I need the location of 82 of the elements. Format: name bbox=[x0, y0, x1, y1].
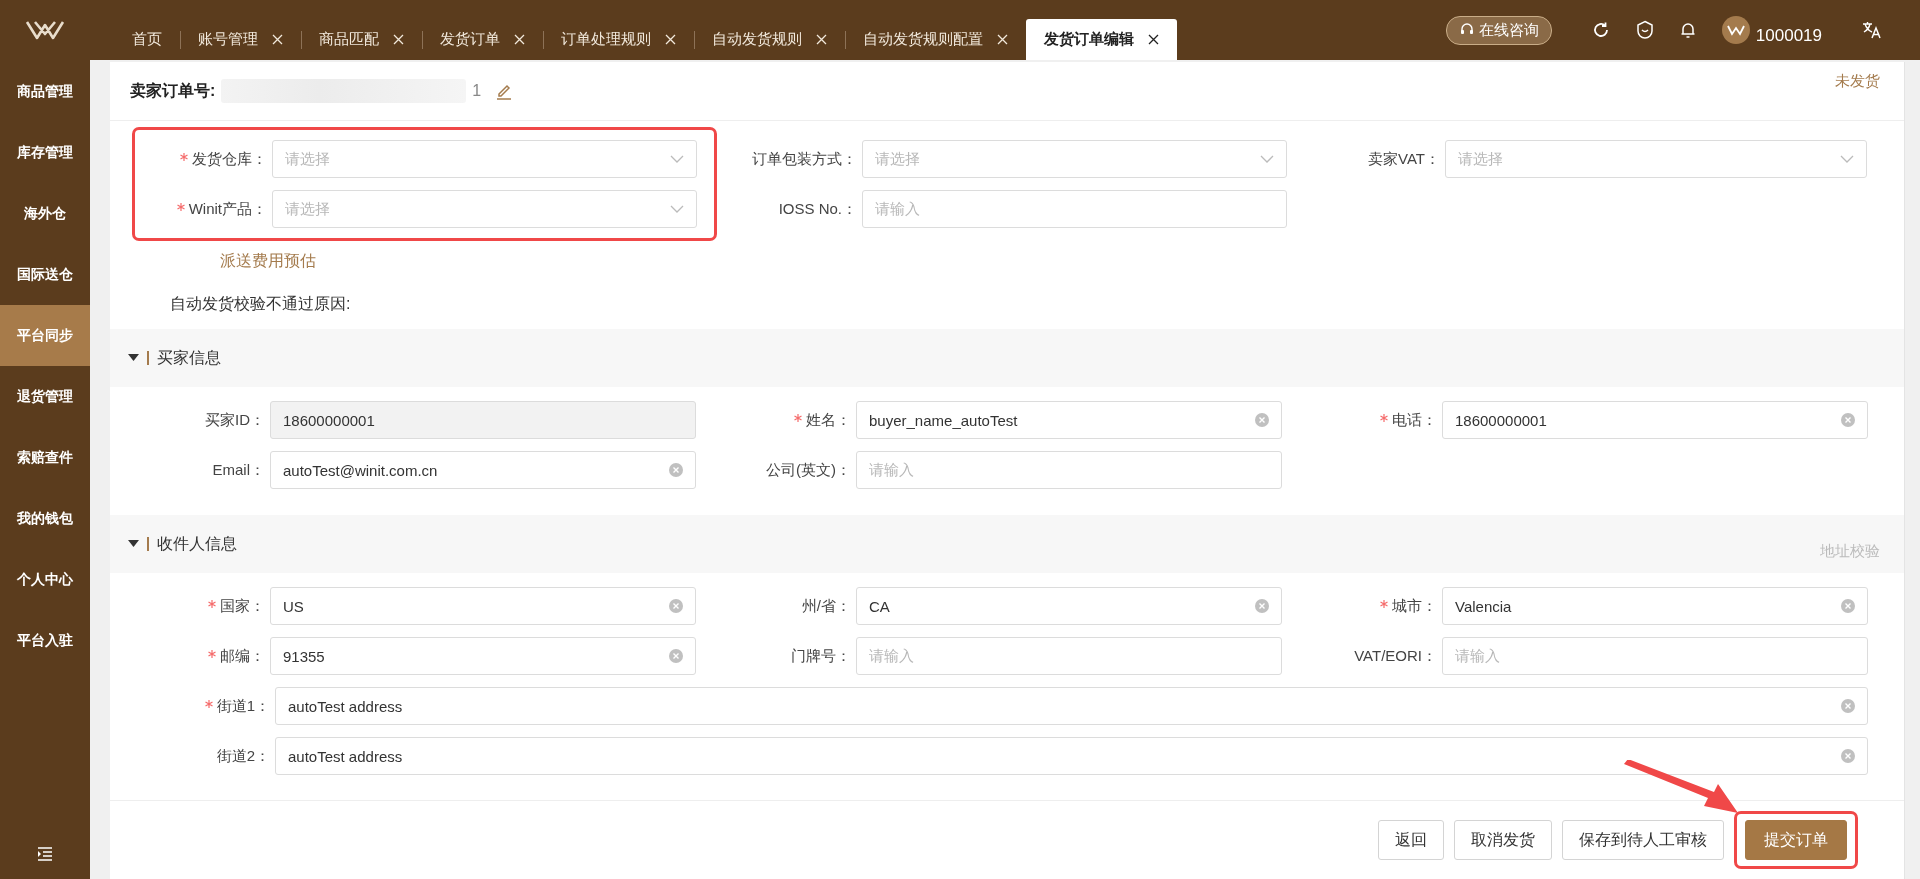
chevron-down-icon bbox=[1840, 155, 1854, 163]
online-consult-button[interactable]: 在线咨询 bbox=[1445, 15, 1552, 45]
field-label: 城市： bbox=[1392, 596, 1437, 616]
field-label: 邮编： bbox=[220, 646, 265, 666]
tab[interactable]: 发货订单 bbox=[422, 19, 543, 60]
field-label: IOSS No.： bbox=[778, 199, 857, 219]
chevron-down-icon bbox=[1260, 155, 1274, 163]
footer-button[interactable]: 返回 bbox=[1378, 820, 1444, 860]
field-label: 发货仓库： bbox=[192, 149, 267, 169]
field-label: 门牌号： bbox=[791, 646, 851, 666]
input-field[interactable]: US bbox=[270, 587, 696, 625]
field-label: 街道2： bbox=[216, 746, 270, 766]
refresh-icon[interactable] bbox=[1591, 21, 1610, 39]
footer-button[interactable]: 保存到待人工审核 bbox=[1562, 820, 1724, 860]
submit-button[interactable]: 提交订单 bbox=[1745, 820, 1847, 860]
input-field[interactable]: 91355 bbox=[270, 637, 696, 675]
caret-icon[interactable] bbox=[128, 540, 139, 548]
tab[interactable]: 发货订单编辑 bbox=[1026, 19, 1177, 60]
sidebar-item[interactable]: 商品管理 bbox=[0, 61, 90, 122]
asterisk-icon bbox=[208, 600, 216, 608]
field-label: 国家： bbox=[220, 596, 265, 616]
logo-icon bbox=[25, 19, 65, 41]
asterisk-icon bbox=[794, 414, 802, 422]
chevron-down-icon bbox=[670, 155, 684, 163]
user-id[interactable]: 1000019 bbox=[1755, 26, 1822, 46]
sidebar-item[interactable]: 国际送仓 bbox=[0, 244, 90, 305]
field-label: 姓名： bbox=[806, 410, 851, 430]
reason-label: 自动发货校验不通过原因: bbox=[170, 294, 352, 314]
sidebar-item[interactable]: 个人中心 bbox=[0, 549, 90, 610]
tab[interactable]: 自动发货规则配置 bbox=[845, 19, 1026, 60]
input-field[interactable]: buyer_name_autoTest bbox=[856, 401, 1282, 439]
field-label: 公司(英文)： bbox=[766, 460, 851, 480]
asterisk-icon bbox=[180, 153, 188, 161]
field-label: 卖家VAT： bbox=[1368, 149, 1440, 169]
chevron-down-icon bbox=[670, 205, 684, 213]
field-label: Winit产品： bbox=[188, 199, 267, 219]
input-field[interactable]: autoTest address bbox=[275, 737, 1868, 775]
menu-collapse-icon[interactable] bbox=[37, 847, 53, 861]
asterisk-icon bbox=[1380, 414, 1388, 422]
tab[interactable]: 账号管理 bbox=[180, 19, 301, 60]
sidebar-item[interactable]: 退货管理 bbox=[0, 366, 90, 427]
input-field[interactable]: Valencia bbox=[1442, 587, 1868, 625]
sidebar-item[interactable]: 我的钱包 bbox=[0, 488, 90, 549]
edit-icon[interactable] bbox=[495, 82, 514, 100]
input-field[interactable]: 18600000001 bbox=[1442, 401, 1868, 439]
tab[interactable]: 商品匹配 bbox=[301, 19, 422, 60]
footer-button[interactable]: 取消发货 bbox=[1454, 820, 1552, 860]
order-number: 1 bbox=[472, 82, 482, 100]
tab[interactable]: 订单处理规则 bbox=[543, 19, 694, 60]
field-label: Email： bbox=[212, 460, 265, 480]
caret-icon[interactable] bbox=[128, 354, 139, 362]
field-label: 街道1： bbox=[216, 696, 270, 716]
translate-icon[interactable] bbox=[1862, 21, 1882, 39]
field-label: 电话： bbox=[1392, 410, 1437, 430]
asterisk-icon bbox=[1380, 600, 1388, 608]
bell-icon[interactable] bbox=[1679, 21, 1696, 39]
input-field[interactable]: CA bbox=[856, 587, 1282, 625]
sidebar-item[interactable]: 索赔查件 bbox=[0, 427, 90, 488]
sidebar-item[interactable]: 海外仓 bbox=[0, 183, 90, 244]
sidebar-item[interactable]: 平台入驻 bbox=[0, 610, 90, 671]
input-field[interactable]: autoTest@winit.com.cn bbox=[270, 451, 696, 489]
tab[interactable]: 自动发货规则 bbox=[694, 19, 845, 60]
section-title: 收件人信息 bbox=[157, 533, 237, 554]
order-number-label: 卖家订单号: bbox=[130, 80, 216, 101]
sidebar-item[interactable]: 平台同步 bbox=[0, 305, 90, 366]
asterisk-icon bbox=[204, 700, 213, 708]
asterisk-icon bbox=[176, 203, 185, 211]
asterisk-icon bbox=[208, 650, 216, 658]
input-field[interactable]: autoTest address bbox=[275, 687, 1868, 725]
smiley-icon[interactable] bbox=[1635, 20, 1654, 40]
order-status: 未发货 bbox=[1835, 72, 1880, 91]
avatar-icon[interactable] bbox=[1721, 16, 1750, 44]
tab[interactable]: 首页 bbox=[114, 19, 180, 60]
section-title: 买家信息 bbox=[157, 347, 221, 368]
field-label: VAT/EORI： bbox=[1354, 646, 1437, 666]
field-label: 州/省： bbox=[801, 596, 851, 616]
field-label: 订单包装方式： bbox=[752, 149, 857, 169]
field-label: 买家ID： bbox=[205, 410, 265, 430]
close-icon[interactable] bbox=[1148, 34, 1159, 45]
fee-estimate-link[interactable]: 派送费用预估 bbox=[220, 251, 717, 272]
section-header[interactable]: 买家信息 bbox=[110, 329, 1904, 387]
sidebar-item[interactable]: 库存管理 bbox=[0, 122, 90, 183]
